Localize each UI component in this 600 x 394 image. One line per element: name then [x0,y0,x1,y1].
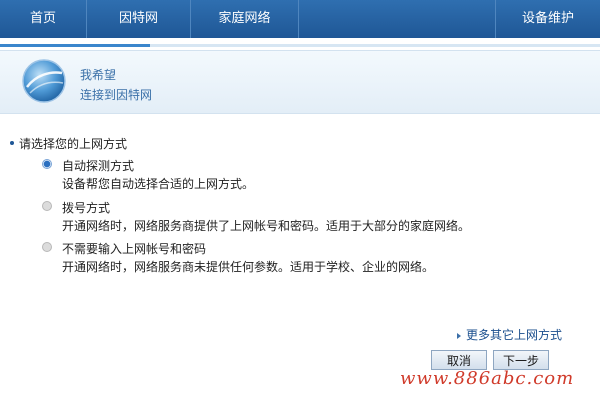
nav-home-network[interactable]: 家庭网络 [191,0,299,38]
question-label: 请选择您的上网方式 [10,135,127,152]
more-methods-link[interactable]: 更多其它上网方式 [457,326,562,343]
nav-spacer [299,0,496,38]
header-subtitle: 连接到因特网 [80,88,153,102]
progress-fill [0,44,150,47]
radio-auto-detect[interactable] [42,159,52,169]
option-title: 拨号方式 [62,201,111,215]
option-desc: 开通网络时，网络服务商提供了上网帐号和密码。适用于大部分的家庭网络。 [62,219,471,233]
watermark: www.886abc.com [400,368,575,389]
nav-home[interactable]: 首页 [0,0,87,38]
radio-dialup[interactable] [42,201,52,211]
header-panel: 我希望 连接到因特网 [0,50,600,114]
nav-device-maintenance[interactable]: 设备维护 [496,0,600,38]
cancel-button[interactable]: 取消 [431,350,487,370]
globe-icon [22,59,66,103]
arrow-right-icon [457,333,461,339]
option-desc: 设备帮您自动选择合适的上网方式。 [62,177,255,191]
option-title: 不需要输入上网帐号和密码 [62,242,207,256]
header-title: 我希望 [80,68,117,82]
top-nav: 首页 因特网 家庭网络 设备维护 [0,0,600,38]
question-text: 请选择您的上网方式 [19,137,128,151]
radio-no-account[interactable] [42,242,52,252]
bullet-icon [10,140,14,145]
option-title: 自动探测方式 [62,159,135,173]
more-methods-text: 更多其它上网方式 [466,328,563,342]
next-button[interactable]: 下一步 [493,350,549,370]
nav-internet[interactable]: 因特网 [87,0,191,38]
option-desc: 开通网络时，网络服务商未提供任何参数。适用于学校、企业的网络。 [62,260,435,274]
